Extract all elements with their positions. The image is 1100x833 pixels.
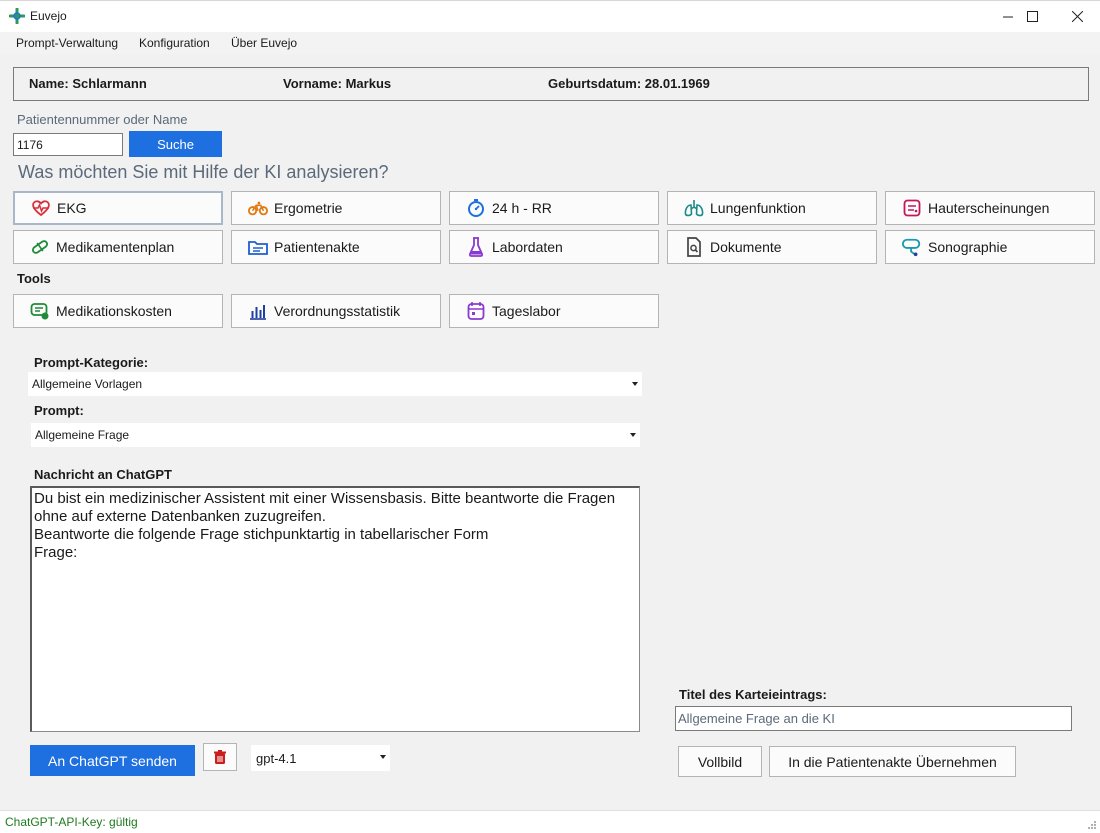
ergometrie-button[interactable]: Ergometrie: [231, 191, 441, 225]
dokumente-label: Dokumente: [710, 239, 782, 255]
resize-grip-icon[interactable]: [1087, 820, 1097, 830]
bar-chart-icon: [248, 301, 268, 321]
flask-icon: [466, 237, 486, 257]
hauterscheinungen-button[interactable]: Hauterscheinungen: [885, 191, 1095, 225]
title-bar: Euvejo: [0, 0, 1100, 32]
lungenfunktion-label: Lungenfunktion: [710, 200, 806, 216]
status-bar: ChatGPT-API-Key: gültig: [0, 810, 1100, 833]
rr-24h-button[interactable]: 24 h - RR: [449, 191, 659, 225]
search-label: Patientennummer oder Name: [17, 112, 188, 127]
folder-icon: [248, 237, 268, 257]
labordaten-button[interactable]: Labordaten: [449, 230, 659, 264]
sonographie-button[interactable]: Sonographie: [885, 230, 1095, 264]
menu-prompt-verwaltung[interactable]: Prompt-Verwaltung: [16, 36, 118, 50]
skin-icon: [902, 198, 922, 218]
tageslabor-button[interactable]: Tageslabor: [449, 294, 659, 328]
heart-pulse-icon: [31, 198, 51, 218]
dokumente-button[interactable]: Dokumente: [667, 230, 877, 264]
clear-message-button[interactable]: [203, 743, 237, 771]
medikationskosten-button[interactable]: Medikationskosten: [13, 294, 223, 328]
analysis-question: Was möchten Sie mit Hilfe der KI analysi…: [18, 162, 389, 182]
karteieintrag-title-input[interactable]: [675, 706, 1072, 731]
verordnungsstatistik-label: Verordnungsstatistik: [274, 303, 401, 319]
in-patientenakte-uebernehmen-button[interactable]: In die Patientenakte Übernehmen: [769, 746, 1016, 777]
patient-name: Name: Schlarmann: [29, 76, 147, 91]
tools-heading: Tools: [17, 271, 51, 286]
prompt-category-value: Allgemeine Vorlagen: [32, 377, 143, 391]
prompt-category-label: Prompt-Kategorie:: [34, 355, 149, 370]
karteieintrag-label: Titel des Karteieintrags:: [679, 687, 827, 702]
prompt-label: Prompt:: [34, 403, 84, 418]
close-window-button[interactable]: [1054, 1, 1100, 32]
app-logo-icon: [9, 8, 25, 24]
patientenakte-button[interactable]: Patientenakte: [231, 230, 441, 264]
model-select[interactable]: gpt-4.1: [251, 745, 390, 771]
document-icon: [684, 237, 704, 257]
message-textarea[interactable]: Du bist ein medizinischer Assistent mit …: [30, 486, 640, 732]
prompt-category-select[interactable]: Allgemeine Vorlagen: [28, 372, 642, 396]
vollbild-button[interactable]: Vollbild: [678, 746, 762, 777]
ekg-button[interactable]: EKG: [13, 191, 223, 225]
medikamentenplan-button[interactable]: Medikamentenplan: [13, 230, 223, 264]
patientenakte-label: Patientenakte: [274, 239, 360, 255]
close-icon: [1071, 11, 1083, 22]
lungenfunktion-button[interactable]: Lungenfunktion: [667, 191, 877, 225]
lungs-icon: [684, 198, 704, 218]
patient-info-box: Name: Schlarmann Vorname: Markus Geburts…: [13, 67, 1089, 101]
menu-bar: Prompt-Verwaltung Konfiguration Über Euv…: [0, 32, 1100, 54]
patient-geburtsdatum: Geburtsdatum: 28.01.1969: [548, 76, 710, 91]
patient-vorname: Vorname: Markus: [283, 76, 392, 91]
patient-search-input[interactable]: [13, 133, 123, 156]
prompt-value: Allgemeine Frage: [35, 428, 130, 442]
medikamentenplan-label: Medikamentenplan: [56, 239, 175, 255]
chevron-down-icon: [378, 752, 387, 761]
api-key-status: ChatGPT-API-Key: gültig: [5, 815, 138, 829]
chevron-down-icon: [630, 379, 639, 388]
hauterscheinungen-label: Hauterscheinungen: [928, 200, 1050, 216]
stopwatch-icon: [466, 198, 486, 218]
prompt-select[interactable]: Allgemeine Frage: [31, 423, 640, 447]
ekg-label: EKG: [57, 200, 87, 216]
pill-icon: [30, 237, 50, 257]
sonographie-label: Sonographie: [928, 239, 1008, 255]
ultrasound-icon: [902, 237, 922, 257]
medikationskosten-label: Medikationskosten: [56, 303, 172, 319]
rr-24h-label: 24 h - RR: [492, 200, 552, 216]
ergometrie-label: Ergometrie: [274, 200, 343, 216]
labordaten-label: Labordaten: [492, 239, 563, 255]
bicycle-icon: [248, 198, 268, 218]
tageslabor-label: Tageslabor: [492, 303, 561, 319]
trash-icon: [214, 750, 226, 764]
menu-konfiguration[interactable]: Konfiguration: [139, 36, 210, 50]
message-label: Nachricht an ChatGPT: [34, 467, 172, 482]
search-button[interactable]: Suche: [129, 131, 222, 157]
chevron-down-icon: [628, 430, 637, 439]
maximize-button[interactable]: [1009, 1, 1055, 32]
model-value: gpt-4.1: [256, 750, 297, 766]
send-to-chatgpt-button[interactable]: An ChatGPT senden: [30, 745, 195, 776]
cost-icon: [30, 301, 50, 321]
menu-ueber-euvejo[interactable]: Über Euvejo: [231, 36, 297, 50]
verordnungsstatistik-button[interactable]: Verordnungsstatistik: [231, 294, 441, 328]
calendar-icon: [466, 301, 486, 321]
maximize-icon: [1026, 11, 1038, 22]
window-title: Euvejo: [30, 9, 67, 23]
